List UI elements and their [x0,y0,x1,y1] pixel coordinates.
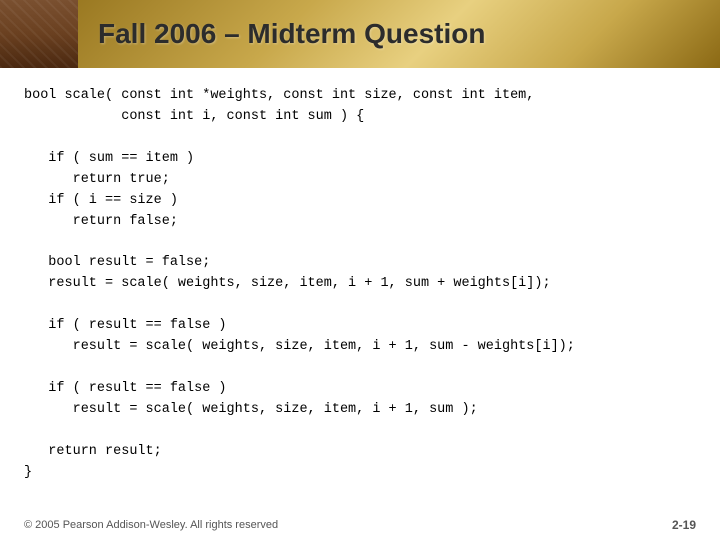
header-title-area: Fall 2006 – Midterm Question [78,0,720,68]
slide: Fall 2006 – Midterm Question bool scale(… [0,0,720,540]
copyright-text: © 2005 Pearson Addison-Wesley. All right… [24,519,278,531]
header-decorative-image [0,0,78,68]
content-area: bool scale( const int *weights, const in… [0,68,720,514]
slide-title: Fall 2006 – Midterm Question [98,18,485,50]
footer: © 2005 Pearson Addison-Wesley. All right… [0,514,720,540]
page-number: 2-19 [672,518,696,532]
code-block: bool scale( const int *weights, const in… [24,86,696,506]
header: Fall 2006 – Midterm Question [0,0,720,68]
